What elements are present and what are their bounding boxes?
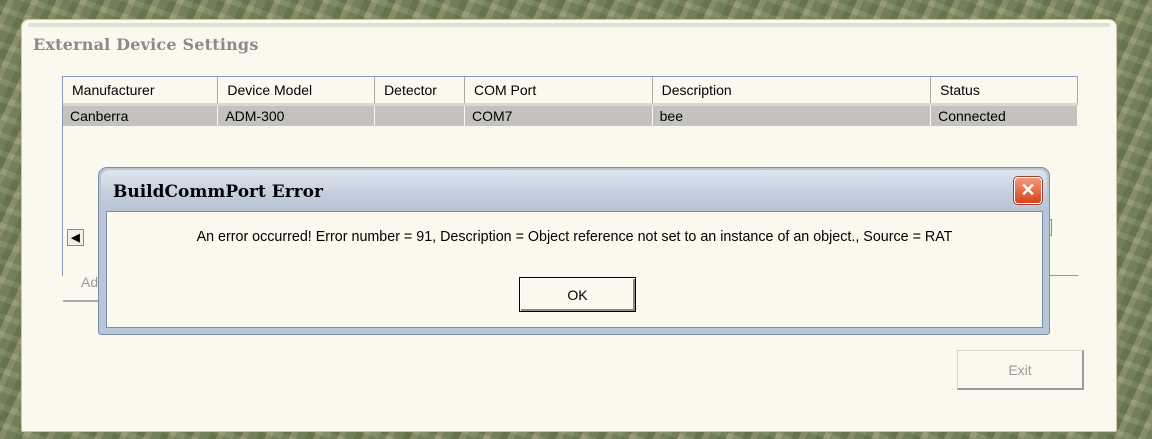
column-header-detector[interactable]: Detector: [374, 77, 465, 106]
error-message: An error occurred! Error number = 91, De…: [196, 229, 953, 245]
close-icon: ✕: [1020, 180, 1036, 200]
exit-button[interactable]: Exit: [957, 350, 1084, 390]
error-dialog: BuildCommPort Error ✕ An error occurred!…: [98, 167, 1050, 335]
cell-description[interactable]: bee: [652, 104, 932, 126]
device-table: Manufacturer Device Model Detector COM P…: [63, 77, 1078, 126]
column-header-status[interactable]: Status: [930, 77, 1078, 106]
cell-device-model[interactable]: ADM-300: [217, 104, 376, 126]
cell-manufacturer[interactable]: Canberra: [63, 104, 219, 126]
table-row[interactable]: Canberra ADM-300 COM7 bee Connected: [63, 104, 1078, 126]
column-header-device-model[interactable]: Device Model: [217, 77, 376, 106]
table-header-row: Manufacturer Device Model Detector COM P…: [63, 77, 1078, 106]
column-header-manufacturer[interactable]: Manufacturer: [63, 77, 219, 106]
error-dialog-titlebar[interactable]: BuildCommPort Error ✕: [101, 170, 1047, 211]
scroll-left-icon[interactable]: ◀: [67, 229, 84, 246]
cell-com-port[interactable]: COM7: [464, 104, 653, 126]
error-dialog-body: An error occurred! Error number = 91, De…: [106, 211, 1043, 328]
ok-button[interactable]: OK: [519, 277, 636, 312]
cell-detector[interactable]: [374, 104, 465, 126]
cell-status[interactable]: Connected: [930, 104, 1078, 126]
close-button[interactable]: ✕: [1014, 177, 1042, 204]
error-dialog-title: BuildCommPort Error: [113, 182, 323, 202]
column-header-description[interactable]: Description: [652, 77, 932, 106]
settings-window-title: External Device Settings: [33, 35, 259, 54]
window-accent-bar: [28, 23, 1110, 27]
column-header-com-port[interactable]: COM Port: [464, 77, 653, 106]
